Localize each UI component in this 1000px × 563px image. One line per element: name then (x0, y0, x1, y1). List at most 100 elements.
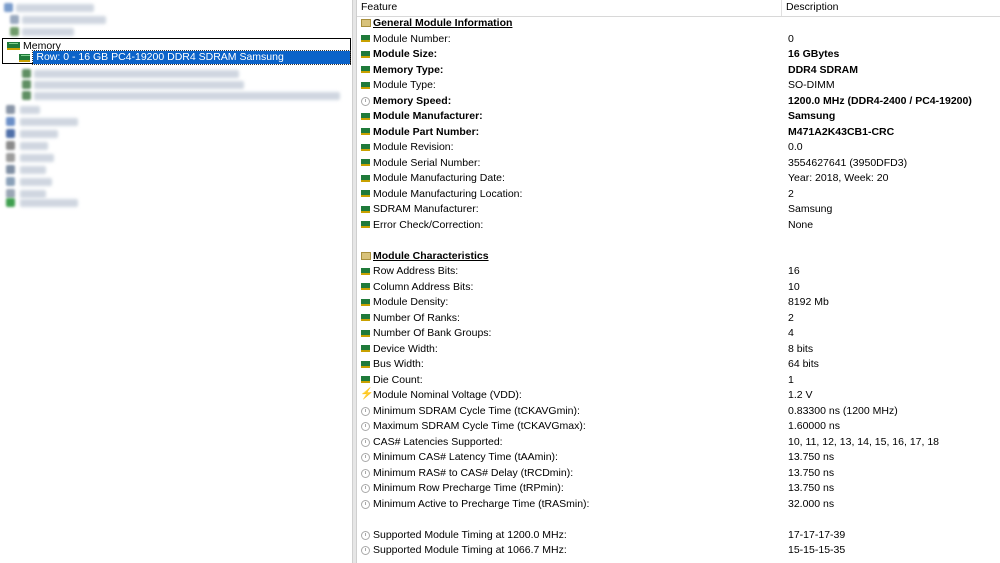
details-list: General Module Information Module Number:… (357, 16, 1000, 559)
detail-row[interactable]: Memory Type: DDR4 SDRAM (357, 63, 1000, 79)
feature-label: Number Of Ranks: (373, 311, 460, 324)
blurred-tree-item (20, 154, 54, 162)
blurred-tree-item (20, 142, 48, 150)
blurred-tree-item (20, 199, 78, 207)
feature-label: Minimum Row Precharge Time (tRPmin): (373, 482, 564, 494)
detail-row[interactable]: Die Count: 1 (357, 373, 1000, 389)
hardware-tree-pane[interactable]: Memory Row: 0 - 16 GB PC4-19200 DDR4 SDR… (0, 0, 352, 563)
feature-label: General Module Information (373, 17, 513, 29)
detail-row[interactable]: Number Of Bank Groups: 4 (357, 326, 1000, 342)
detail-row[interactable]: Bus Width: 64 bits (357, 357, 1000, 373)
blurred-tree-icon (6, 129, 15, 138)
detail-row[interactable]: Row Address Bits: 16 (357, 264, 1000, 280)
feature-label: Minimum RAS# to CAS# Delay (tRCDmin): (373, 466, 574, 479)
blurred-tree-icon (6, 165, 15, 174)
column-header-feature[interactable]: Feature (357, 0, 782, 16)
blurred-tree-item (34, 81, 244, 89)
feature-value: 10 (788, 280, 800, 293)
detail-row[interactable]: Module Revision: 0.0 (357, 140, 1000, 156)
feature-value: Year: 2018, Week: 20 (788, 172, 889, 184)
memory-icon (361, 329, 370, 337)
feature-value: 1 (788, 373, 794, 386)
detail-row[interactable]: CAS# Latencies Supported: 10, 11, 12, 13,… (357, 435, 1000, 451)
feature-value: 13.750 ns (788, 482, 835, 494)
memory-icon (361, 50, 370, 58)
blurred-tree-item (16, 4, 94, 12)
detail-row[interactable]: Column Address Bits: 10 (357, 280, 1000, 296)
blurred-tree-icon (10, 27, 19, 36)
memory-icon (361, 112, 370, 120)
blurred-tree-icon (6, 141, 15, 150)
feature-value: 17-17-17-39 (788, 528, 846, 541)
detail-row[interactable]: Memory Speed: 1200.0 MHz (DDR4-2400 / PC4… (357, 94, 1000, 110)
feature-value: 1200.0 MHz (DDR4-2400 / PC4-19200) (788, 94, 972, 107)
feature-value: Samsung (788, 110, 836, 122)
feature-label: Module Manufacturer: (373, 110, 483, 122)
clock-icon (361, 530, 370, 540)
detail-row[interactable]: Module Density: 8192 Mb (357, 295, 1000, 311)
feature-value: 1.60000 ns (788, 420, 840, 432)
column-header-description[interactable]: Description (782, 0, 1000, 16)
detail-row[interactable]: Supported Module Timing at 1200.0 MHz: 17… (357, 528, 1000, 544)
tree-item-row-0-label: Row: 0 - 16 GB PC4-19200 DDR4 SDRAM Sams… (32, 50, 351, 76)
detail-row[interactable]: Minimum Row Precharge Time (tRPmin): 13.7… (357, 481, 1000, 497)
blurred-tree-icon (22, 80, 31, 89)
detail-row[interactable]: Module Part Number: M471A2K43CB1-CRC (357, 125, 1000, 141)
detail-row[interactable]: Maximum SDRAM Cycle Time (tCKAVGmax): 1.6… (357, 419, 1000, 435)
memory-icon (361, 190, 370, 197)
detail-row[interactable]: Module Type: SO-DIMM (357, 78, 1000, 94)
blurred-tree-item (20, 190, 46, 198)
detail-row[interactable]: Module Manufacturer: Samsung (357, 109, 1000, 125)
feature-value: 0.0 (788, 141, 803, 153)
blurred-tree-icon (10, 15, 19, 24)
detail-row[interactable]: Module Serial Number: 3554627641 (3950DFD… (357, 156, 1000, 172)
detail-row[interactable]: SDRAM Manufacturer: Samsung (357, 202, 1000, 218)
section-header[interactable]: General Module Information (357, 16, 1000, 32)
feature-value: 2 (788, 311, 794, 324)
folder-icon (361, 19, 371, 27)
memory-icon (361, 35, 370, 42)
detail-row[interactable]: Minimum RAS# to CAS# Delay (tRCDmin): 13.… (357, 466, 1000, 482)
memory-icon (361, 283, 370, 290)
detail-row[interactable]: Number Of Ranks: 2 (357, 311, 1000, 327)
feature-label: Module Characteristics (373, 249, 489, 262)
memory-icon (361, 221, 370, 228)
detail-row[interactable]: Module Manufacturing Date: Year: 2018, We… (357, 171, 1000, 187)
feature-value: 4 (788, 327, 794, 339)
feature-label: Minimum CAS# Latency Time (tAAmin): (373, 451, 558, 463)
feature-value: M471A2K43CB1-CRC (788, 125, 895, 138)
detail-row[interactable]: Module Number: 0 (357, 32, 1000, 48)
feature-label: Module Manufacturing Location: (373, 187, 523, 200)
detail-row[interactable]: Device Width: 8 bits (357, 342, 1000, 358)
detail-row[interactable]: Supported Module Timing at 1066.7 MHz: 15… (357, 543, 1000, 559)
memory-icon (361, 267, 370, 275)
section-header[interactable]: Module Characteristics (357, 249, 1000, 265)
tree-item-memory[interactable]: Memory (7, 40, 61, 52)
feature-label: Memory Speed: (373, 94, 452, 107)
detail-row[interactable]: Module Manufacturing Location: 2 (357, 187, 1000, 203)
detail-row[interactable]: ⚡ Module Nominal Voltage (VDD): 1.2 V (357, 388, 1000, 404)
tree-focus-box: Memory Row: 0 - 16 GB PC4-19200 DDR4 SDR… (2, 38, 351, 76)
blurred-tree-item (34, 92, 340, 100)
detail-row[interactable]: Module Size: 16 GBytes (357, 47, 1000, 63)
detail-row[interactable]: Minimum Active to Precharge Time (tRASmi… (357, 497, 1000, 513)
feature-label: Module Revision: (373, 141, 454, 153)
feature-label: Minimum Active to Precharge Time (tRASmi… (373, 497, 590, 510)
detail-row[interactable]: Minimum CAS# Latency Time (tAAmin): 13.75… (357, 450, 1000, 466)
detail-row[interactable]: Error Check/Correction: None (357, 218, 1000, 234)
blurred-tree-icon (6, 177, 15, 186)
memory-icon (361, 298, 370, 306)
feature-label: Module Type: (373, 79, 436, 91)
feature-label: Row Address Bits: (373, 265, 459, 277)
tree-item-row-0-selected[interactable]: Row: 0 - 16 GB PC4-19200 DDR4 SDRAM Sams… (19, 50, 351, 76)
clock-icon (361, 484, 370, 493)
blurred-tree-item (22, 28, 74, 36)
lightning-icon: ⚡ (360, 388, 374, 400)
memory-icon (7, 41, 20, 50)
blurred-tree-item (20, 178, 52, 186)
feature-value: None (788, 218, 814, 231)
feature-label: Module Serial Number: (373, 156, 481, 169)
feature-value: 8192 Mb (788, 296, 829, 308)
clock-icon (361, 499, 370, 509)
detail-row[interactable]: Minimum SDRAM Cycle Time (tCKAVGmin): 0.8… (357, 404, 1000, 420)
